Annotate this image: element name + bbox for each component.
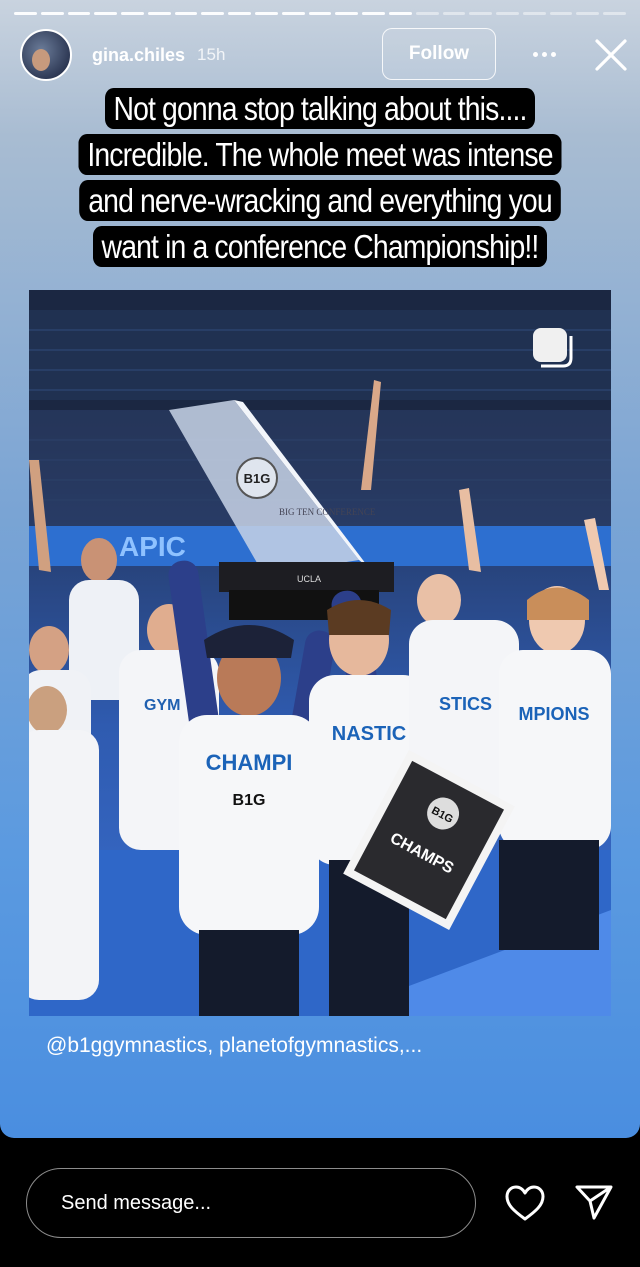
progress-segment [496, 12, 519, 15]
follow-button[interactable]: Follow [382, 28, 496, 80]
progress-segment [201, 12, 225, 15]
progress-segment [174, 12, 198, 15]
more-options-icon[interactable] [530, 42, 558, 66]
send-message-input[interactable] [26, 1168, 476, 1238]
progress-segment [147, 12, 171, 15]
progress-segment [388, 12, 412, 15]
svg-text:GYM: GYM [144, 697, 180, 714]
progress-segment [281, 12, 305, 15]
svg-text:MPIONS: MPIONS [518, 704, 589, 724]
story-frame[interactable]: gina.chiles 15h Follow Not gonna stop ta… [0, 0, 640, 1138]
username[interactable]: gina.chiles [92, 45, 185, 66]
progress-segment [362, 12, 385, 15]
svg-text:UCLA: UCLA [297, 574, 321, 584]
send-icon[interactable] [574, 1182, 614, 1222]
progress-segment [40, 12, 64, 15]
story-caption: Not gonna stop talking about this.... In… [60, 86, 580, 270]
progress-segment [255, 12, 278, 15]
progress-segment [94, 12, 118, 15]
svg-text:BIG TEN CONFERENCE: BIG TEN CONFERENCE [279, 507, 376, 517]
progress-segment [121, 12, 144, 15]
progress-segment [576, 12, 600, 15]
gymnastics-team-photo: APIC B1G BIG TEN CONFERENCE UCLA GYM CHA… [29, 290, 611, 1016]
progress-segment [469, 12, 493, 15]
mentions-text[interactable]: @b1ggymnastics, planetofgymnastics,... [46, 1034, 422, 1058]
progress-segment [14, 12, 37, 15]
progress-segment [415, 12, 439, 15]
svg-text:NASTIC: NASTIC [332, 723, 406, 745]
story-photo: APIC B1G BIG TEN CONFERENCE UCLA GYM CHA… [29, 290, 611, 1016]
close-icon[interactable] [592, 36, 630, 74]
progress-segment [522, 12, 546, 15]
story-progress-bar [14, 12, 626, 15]
progress-segment [308, 12, 332, 15]
svg-text:STICS: STICS [439, 694, 492, 714]
progress-segment [549, 12, 573, 15]
progress-segment [67, 12, 91, 15]
progress-segment [442, 12, 466, 15]
svg-text:CHAMPI: CHAMPI [206, 750, 293, 775]
user-avatar[interactable] [20, 29, 72, 81]
progress-segment [603, 12, 626, 15]
svg-text:APIC: APIC [119, 531, 186, 562]
heart-icon[interactable] [504, 1184, 546, 1222]
story-header: gina.chiles 15h Follow [20, 28, 627, 82]
progress-segment [228, 12, 252, 15]
svg-text:B1G: B1G [233, 792, 266, 809]
post-time: 15h [197, 45, 226, 64]
sticker-icon [533, 328, 573, 368]
progress-segment [335, 12, 359, 15]
svg-text:B1G: B1G [244, 471, 271, 486]
caption-text: Not gonna stop talking about this.... In… [78, 88, 562, 267]
bottom-bar [0, 1138, 640, 1267]
